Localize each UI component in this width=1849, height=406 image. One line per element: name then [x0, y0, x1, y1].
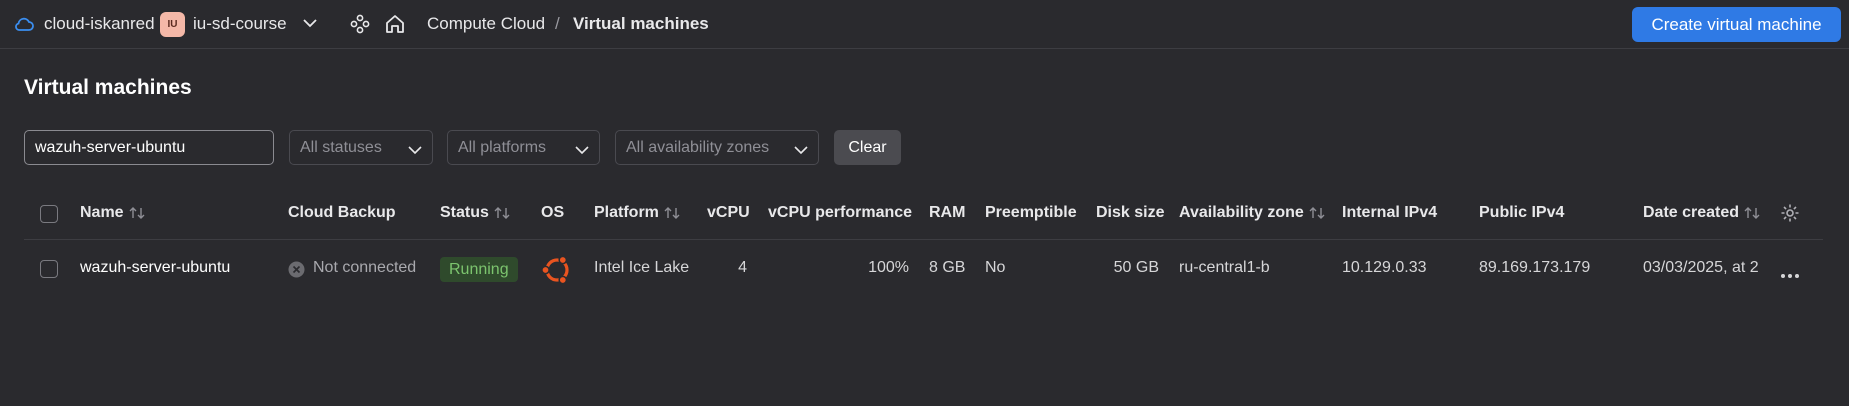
date-created-value: 03/03/2025, at 2: [1643, 259, 1759, 276]
not-connected-icon: [288, 261, 305, 283]
ram-value: 8 GB: [929, 259, 966, 276]
sort-icon[interactable]: [129, 206, 145, 220]
column-header-public-ipv4: Public IPv4: [1479, 204, 1564, 222]
ubuntu-icon: [541, 254, 573, 291]
platform-filter-select[interactable]: All platforms: [447, 130, 600, 165]
cloud-icon: [13, 14, 35, 34]
column-label: Cloud Backup: [288, 204, 396, 221]
disk-size-value: 50 GB: [1113, 259, 1159, 276]
column-label: OS: [541, 204, 565, 221]
sort-icon[interactable]: [664, 206, 680, 220]
table-header-divider: [24, 239, 1823, 240]
cloud-name[interactable]: cloud-iskanred: [44, 14, 155, 34]
vcpu-value: 4: [738, 259, 747, 276]
internal-ipv4-value[interactable]: 10.129.0.33: [1342, 259, 1427, 277]
preemptible-value: No: [985, 259, 1006, 276]
column-header-status[interactable]: Status: [440, 204, 510, 222]
vm-name-link[interactable]: wazuh-server-ubuntu: [80, 259, 230, 277]
column-header-vcpu: vCPU: [707, 204, 750, 222]
column-header-os: OS: [541, 204, 564, 222]
folder-avatar: IU: [160, 12, 185, 37]
column-header-availability-zone[interactable]: Availability zone: [1179, 204, 1325, 222]
column-label: Disk size: [1096, 204, 1165, 221]
home-icon[interactable]: [384, 13, 406, 35]
breadcrumb-current: Virtual machines: [573, 14, 709, 33]
column-header-name[interactable]: Name: [80, 204, 145, 222]
status-filter-select[interactable]: All statuses: [289, 130, 433, 165]
breadcrumb-service[interactable]: Compute Cloud: [427, 14, 545, 34]
platform-filter-value: All platforms: [458, 138, 547, 156]
column-label: vCPU performance: [768, 204, 913, 221]
cloud-backup-status: Not connected: [313, 259, 417, 276]
column-header-cloud-backup: Cloud Backup: [288, 204, 396, 222]
column-label: vCPU: [707, 204, 750, 221]
select-all-checkbox[interactable]: [40, 205, 58, 223]
sort-icon[interactable]: [1309, 206, 1325, 220]
search-input[interactable]: [24, 130, 274, 165]
row-checkbox[interactable]: [40, 260, 58, 278]
status-filter-value: All statuses: [300, 138, 382, 156]
platform-value: Intel Ice Lake: [594, 259, 690, 276]
column-header-platform[interactable]: Platform: [594, 204, 680, 222]
vcpu-performance-value: 100%: [868, 259, 909, 276]
column-header-date-created[interactable]: Date created: [1643, 204, 1760, 222]
chevron-down-icon[interactable]: [302, 17, 318, 29]
create-vm-button[interactable]: Create virtual machine: [1632, 7, 1841, 42]
column-label: Internal IPv4: [1342, 204, 1438, 221]
sort-icon[interactable]: [494, 206, 510, 220]
services-icon[interactable]: [350, 14, 370, 34]
gear-icon[interactable]: [1780, 203, 1800, 228]
column-header-internal-ipv4: Internal IPv4: [1342, 204, 1437, 222]
column-label: Platform: [594, 204, 659, 221]
column-header-vcpu-performance: vCPU performance: [768, 204, 912, 222]
sort-icon[interactable]: [1744, 206, 1760, 220]
column-label: Date created: [1643, 204, 1740, 221]
column-label: Name: [80, 204, 124, 221]
column-header-preemptible: Preemptible: [985, 204, 1077, 222]
more-actions-icon[interactable]: [1780, 266, 1800, 284]
breadcrumb-separator: /: [555, 14, 560, 33]
column-label: Status: [440, 204, 489, 221]
zone-filter-value: All availability zones: [626, 138, 770, 156]
top-bar: cloud-iskanred IU iu-sd-course Compute C…: [0, 0, 1849, 49]
column-label: Public IPv4: [1479, 204, 1565, 221]
page-title: Virtual machines: [24, 76, 192, 99]
clear-filters-button[interactable]: Clear: [834, 130, 901, 165]
chevron-down-icon: [575, 142, 589, 160]
zone-filter-select[interactable]: All availability zones: [615, 130, 819, 165]
column-header-disk-size: Disk size: [1096, 204, 1164, 222]
public-ipv4-value[interactable]: 89.169.173.179: [1479, 259, 1590, 277]
column-label: Preemptible: [985, 204, 1077, 221]
chevron-down-icon: [794, 142, 808, 160]
column-header-ram: RAM: [929, 204, 965, 222]
folder-name[interactable]: iu-sd-course: [193, 14, 287, 34]
column-label: RAM: [929, 204, 966, 221]
chevron-down-icon: [408, 142, 422, 160]
column-label: Availability zone: [1179, 204, 1304, 221]
availability-zone-value: ru-central1-b: [1179, 259, 1270, 276]
status-badge: Running: [440, 257, 518, 282]
